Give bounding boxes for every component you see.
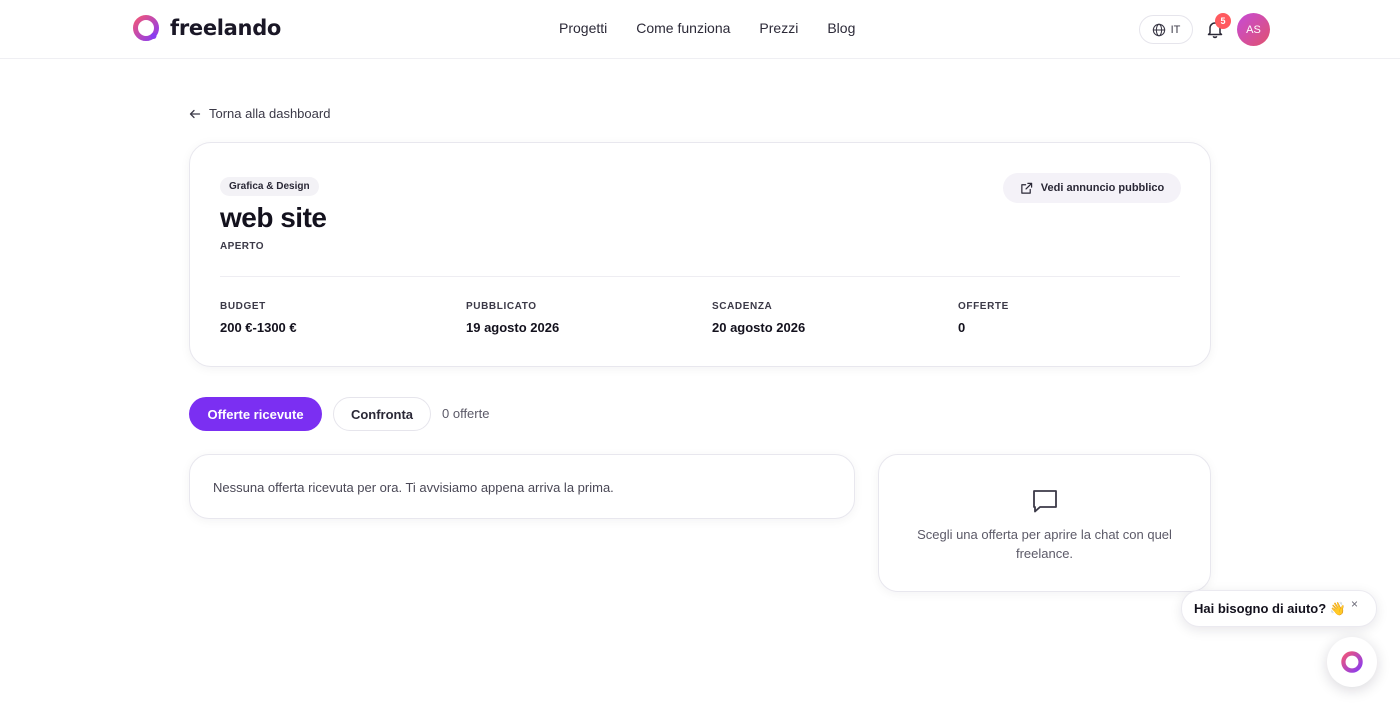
- nav-item-progetti[interactable]: Progetti: [559, 20, 607, 36]
- help-prompt[interactable]: Hai bisogno di aiuto? 👋: [1181, 590, 1377, 627]
- brand-name: freelando: [170, 16, 282, 40]
- project-title: web site: [220, 202, 327, 233]
- offers-count: 0 offerte: [442, 406, 490, 421]
- nav-item-blog[interactable]: Blog: [827, 20, 855, 36]
- view-public-listing-label: Vedi annuncio pubblico: [1040, 182, 1165, 194]
- stat-deadline: SCADENZA 20 agosto 2026: [712, 301, 805, 335]
- stat-value: 0: [958, 320, 966, 335]
- nav-item-prezzi[interactable]: Prezzi: [759, 20, 798, 36]
- avatar[interactable]: AS: [1237, 13, 1270, 46]
- external-link-icon: [1021, 182, 1032, 194]
- stat-label: PUBBLICATO: [466, 301, 537, 312]
- category-badge: Grafica & Design: [220, 177, 319, 196]
- stat-offers: OFFERTE 0: [958, 301, 1009, 335]
- back-link-label: Torna alla dashboard: [209, 106, 331, 121]
- nav-item-come-funziona[interactable]: Come funziona: [636, 20, 730, 36]
- chat-hint-text: Scegli una offerta per aprire la chat co…: [917, 527, 1172, 561]
- support-chat-button[interactable]: [1327, 637, 1377, 687]
- project-card: Grafica & Design web site APERTO Vedi an…: [189, 142, 1211, 367]
- chat-panel: Scegli una offerta per aprire la chat co…: [878, 454, 1211, 592]
- stat-label: OFFERTE: [958, 301, 1009, 312]
- stat-value: 19 agosto 2026: [466, 320, 560, 335]
- status-badge: APERTO: [220, 241, 264, 252]
- stat-label: BUDGET: [220, 301, 266, 312]
- stat-label: SCADENZA: [712, 301, 773, 312]
- stat-value: 20 agosto 2026: [712, 320, 806, 335]
- help-prompt-label: Hai bisogno di aiuto? 👋: [1194, 600, 1346, 616]
- tab-offers-received[interactable]: Offerte ricevute: [189, 397, 322, 431]
- back-to-dashboard-link[interactable]: Torna alla dashboard: [189, 106, 330, 121]
- brand-logo[interactable]: freelando: [132, 14, 281, 42]
- chat-bubble-icon: [1033, 490, 1057, 513]
- offers-list: Nessuna offerta ricevuta per ora. Ti avv…: [189, 454, 855, 519]
- view-public-listing-button[interactable]: Vedi annuncio pubblico: [1003, 173, 1181, 203]
- tab-compare[interactable]: Confronta: [333, 397, 431, 431]
- card-divider: [220, 276, 1180, 277]
- globe-icon: [1152, 23, 1165, 36]
- close-icon[interactable]: ×: [1351, 597, 1358, 611]
- arrow-left-icon: [189, 109, 201, 118]
- main-nav: Progetti Come funziona Prezzi Blog: [559, 20, 855, 36]
- stat-budget: BUDGET 200 €-1300 €: [220, 301, 297, 335]
- stat-value: 200 €-1300 €: [220, 320, 297, 335]
- stat-published: PUBBLICATO 19 agosto 2026: [466, 301, 559, 335]
- language-selector[interactable]: IT: [1139, 15, 1193, 44]
- empty-state-text: Nessuna offerta ricevuta per ora. Ti avv…: [213, 480, 614, 495]
- language-label: IT: [1170, 23, 1181, 36]
- logo-mark-icon: [133, 15, 159, 41]
- notification-badge: 5: [1215, 13, 1231, 29]
- logo-mark-icon: [1341, 651, 1363, 673]
- top-header: freelando Progetti Come funziona Prezzi …: [0, 0, 1400, 59]
